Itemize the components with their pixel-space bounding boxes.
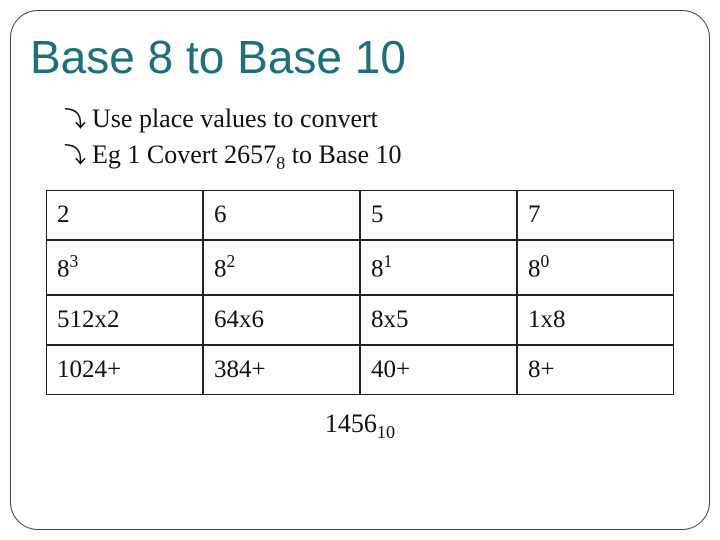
slide: Base 8 to Base 10 ⤵ Use place values to …	[0, 0, 720, 540]
cell-digit: 7	[517, 190, 674, 240]
bullet-list: ⤵ Use place values to convert ⤵ Eg 1 Cov…	[64, 102, 698, 174]
slide-title: Base 8 to Base 10	[30, 30, 698, 84]
cell-product-expr: 8x5	[360, 295, 517, 345]
cell-digit: 5	[360, 190, 517, 240]
bullet-item: ⤵ Eg 1 Covert 26578 to Base 10	[64, 138, 698, 174]
conversion-table: 2 6 5 7 83 82 81 80 512x2 64x6 8x5 1x8 1…	[46, 190, 674, 394]
table-row: 512x2 64x6 8x5 1x8	[46, 295, 674, 345]
base-number: 8	[371, 256, 384, 283]
table-row: 83 82 81 80	[46, 240, 674, 294]
exponent: 0	[541, 251, 550, 271]
cell-place-value: 83	[46, 240, 203, 294]
base-number: 8	[214, 256, 227, 283]
subscript-base: 8	[276, 153, 285, 173]
result-base-subscript: 10	[377, 422, 395, 442]
cell-sum-term: 8+	[517, 345, 674, 395]
cell-digit: 2	[46, 190, 203, 240]
base-number: 8	[528, 256, 541, 283]
result-value: 145610	[22, 409, 698, 443]
exponent: 1	[384, 251, 393, 271]
cell-sum-term: 384+	[203, 345, 360, 395]
cell-place-value: 80	[517, 240, 674, 294]
cell-digit: 6	[203, 190, 360, 240]
bullet-item: ⤵ Use place values to convert	[64, 102, 698, 134]
result-number: 1456	[325, 409, 377, 438]
bullet-icon: ⤵	[64, 102, 86, 134]
bullet-text-prefix: Eg 1 Covert 2657	[92, 140, 276, 169]
bullet-icon: ⤵	[64, 138, 86, 170]
cell-place-value: 81	[360, 240, 517, 294]
bullet-text: Eg 1 Covert 26578 to Base 10	[92, 140, 402, 174]
cell-product-expr: 1x8	[517, 295, 674, 345]
exponent: 2	[227, 251, 236, 271]
cell-sum-term: 40+	[360, 345, 517, 395]
exponent: 3	[70, 251, 79, 271]
cell-sum-term: 1024+	[46, 345, 203, 395]
cell-product-expr: 64x6	[203, 295, 360, 345]
table-row: 1024+ 384+ 40+ 8+	[46, 345, 674, 395]
cell-product-expr: 512x2	[46, 295, 203, 345]
base-number: 8	[57, 256, 70, 283]
bullet-text: Use place values to convert	[92, 104, 378, 134]
cell-place-value: 82	[203, 240, 360, 294]
table-row: 2 6 5 7	[46, 190, 674, 240]
bullet-text-suffix: to Base 10	[285, 140, 401, 169]
